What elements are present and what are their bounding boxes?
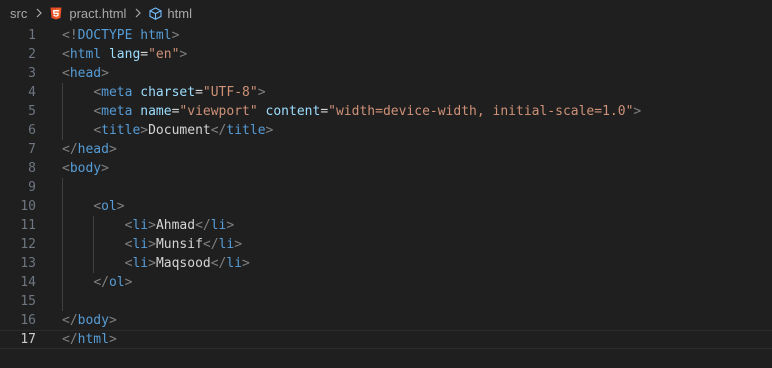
line-text: </ol> xyxy=(93,275,133,290)
code-line[interactable]: 4 <meta charset="UTF-8"> xyxy=(0,83,772,102)
line-text: </body> xyxy=(62,313,117,328)
line-number: 12 xyxy=(20,237,36,252)
line-text: <head> xyxy=(62,66,109,81)
line-text: <html lang="en"> xyxy=(62,47,188,62)
line-text: <ol> xyxy=(93,199,125,214)
breadcrumb-file[interactable]: pract.html xyxy=(50,6,126,21)
html5-icon xyxy=(50,7,62,19)
breadcrumb-folder[interactable]: src xyxy=(10,6,27,21)
line-text: <meta charset="UTF-8"> xyxy=(93,85,266,100)
line-number: 11 xyxy=(20,218,36,233)
line-text: </head> xyxy=(62,142,117,157)
code-line[interactable]: 11 <li>Ahmad</li> xyxy=(0,216,772,235)
code-line[interactable]: 5 <meta name="viewport" content="width=d… xyxy=(0,102,772,121)
line-text: <li>Ahmad</li> xyxy=(124,218,235,233)
line-text: <meta name="viewport" content="width=dev… xyxy=(93,104,642,119)
code-line[interactable]: 7 </head> xyxy=(0,140,772,159)
breadcrumb-symbol-label: html xyxy=(167,5,192,21)
line-number: 6 xyxy=(28,123,36,138)
breadcrumb: src pract.html html xyxy=(0,0,772,26)
line-number: 1 xyxy=(28,28,36,43)
line-number: 8 xyxy=(28,161,36,176)
code-line[interactable]: 16 </body> xyxy=(0,311,772,330)
line-number: 17 xyxy=(20,332,36,347)
line-text: <title>Document</title> xyxy=(93,123,274,138)
code-lines[interactable]: 1 <!DOCTYPE html> 2 <html lang="en"> 3 <head>… xyxy=(0,26,772,349)
code-editor[interactable]: src pract.html html 1 <!DOCTYPE html> 2 <ht… xyxy=(0,0,772,368)
cube-icon xyxy=(149,6,162,20)
code-line[interactable]: 2 <html lang="en"> xyxy=(0,45,772,64)
breadcrumb-file-label: pract.html xyxy=(69,5,127,21)
line-text: <li>Munsif</li> xyxy=(124,237,243,252)
line-text: <li>Maqsood</li> xyxy=(124,256,250,271)
line-number: 4 xyxy=(28,85,36,100)
line-number: 13 xyxy=(20,256,36,271)
code-line[interactable]: 17 </html> xyxy=(0,330,772,349)
code-line[interactable]: 10 <ol> xyxy=(0,197,772,216)
chevron-right-icon xyxy=(135,8,142,18)
code-line[interactable]: 1 <!DOCTYPE html> xyxy=(0,26,772,45)
line-number: 7 xyxy=(28,142,36,157)
line-text: </html> xyxy=(62,332,117,347)
line-text: <!DOCTYPE html> xyxy=(62,28,180,43)
line-number: 10 xyxy=(20,199,36,214)
code-line[interactable]: 6 <title>Document</title> xyxy=(0,121,772,140)
breadcrumb-folder-label: src xyxy=(10,5,28,21)
code-line[interactable]: 8 <body> xyxy=(0,159,772,178)
line-number: 16 xyxy=(20,313,36,328)
breadcrumb-symbol[interactable]: html xyxy=(149,6,192,21)
line-number: 14 xyxy=(20,275,36,290)
line-number: 9 xyxy=(28,180,36,195)
line-number: 5 xyxy=(28,104,36,119)
line-number: 3 xyxy=(28,66,36,81)
code-line[interactable]: 9 xyxy=(0,178,772,197)
code-line[interactable]: 12 <li>Munsif</li> xyxy=(0,235,772,254)
indent-guide xyxy=(62,292,63,311)
line-text: <body> xyxy=(62,161,109,176)
code-line[interactable]: 14 </ol> xyxy=(0,273,772,292)
indent-guide xyxy=(62,178,63,197)
line-number: 15 xyxy=(20,294,36,309)
code-line[interactable]: 13 <li>Maqsood</li> xyxy=(0,254,772,273)
code-line[interactable]: 3 <head> xyxy=(0,64,772,83)
code-line[interactable]: 15 xyxy=(0,292,772,311)
chevron-right-icon xyxy=(36,8,43,18)
line-number: 2 xyxy=(28,47,36,62)
